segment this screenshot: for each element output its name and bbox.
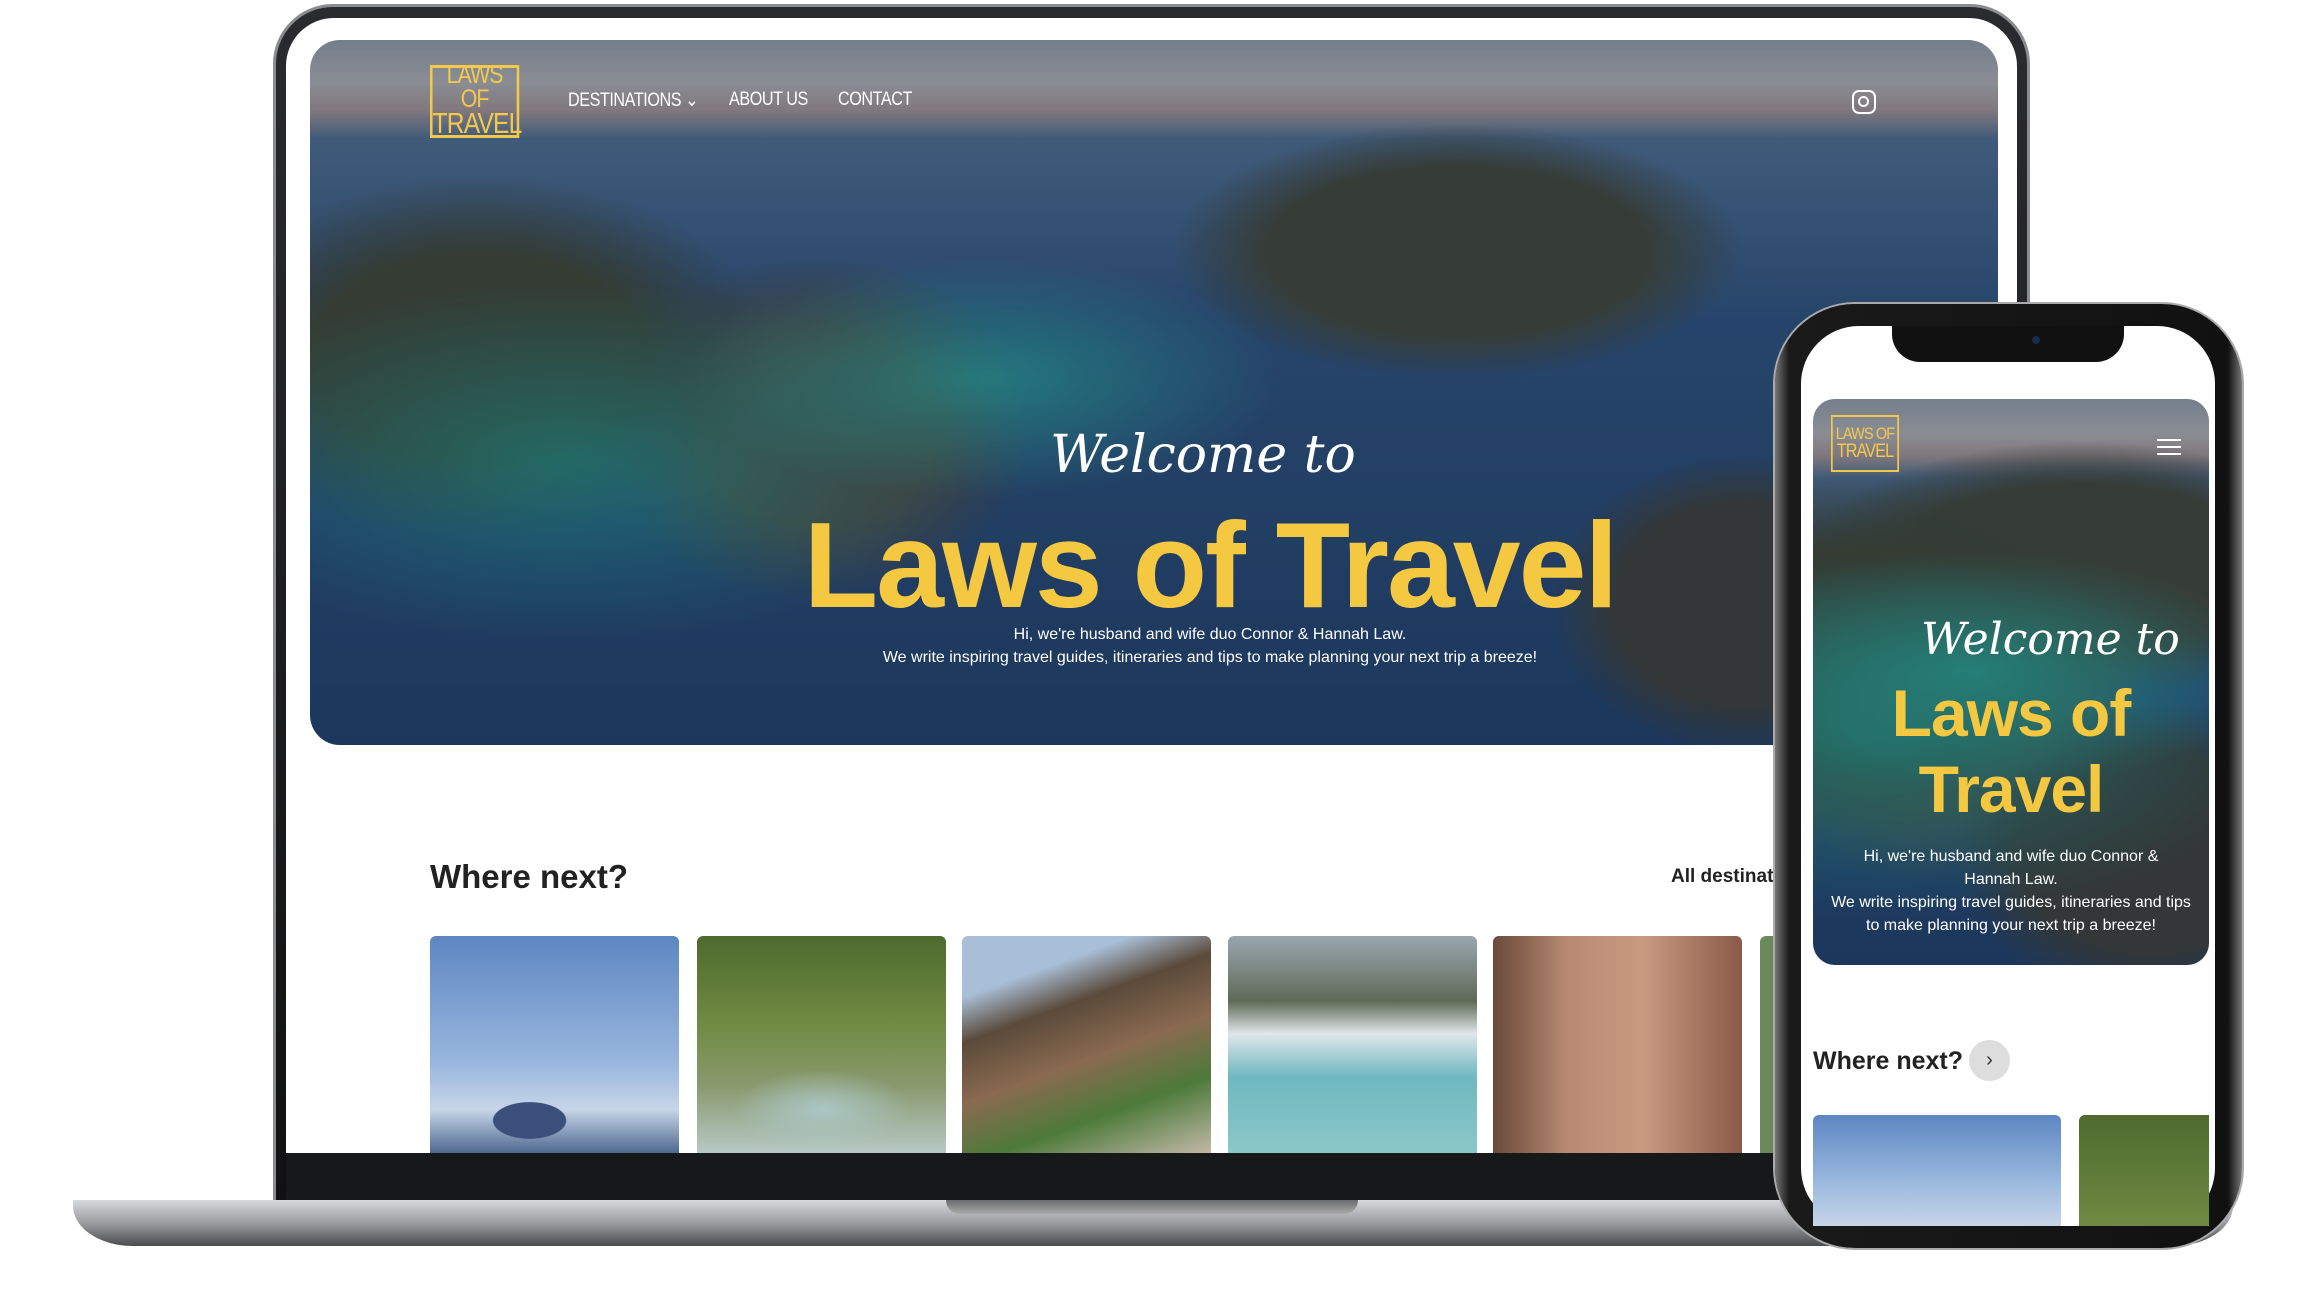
hero-script: Welcome to <box>1050 425 1356 485</box>
mobile-logo[interactable]: LAWS OF TRAVEL <box>1831 415 1899 472</box>
hero-subtitle-2: We write inspiring travel guides, itiner… <box>882 649 1538 666</box>
section-title: Where next? <box>430 858 629 895</box>
chevron-down-icon: ⌄ <box>685 90 699 111</box>
mobile-hero: LAWS OF TRAVEL Welcome to Laws of Travel… <box>1813 399 2209 965</box>
all-destinations-link[interactable]: All destinati <box>1671 866 1779 888</box>
nav-about-us[interactable]: ABOUT US <box>729 89 808 111</box>
nav-label: DESTINATIONS <box>568 90 682 111</box>
mobile-hero-title-1: Laws of <box>1891 676 2132 750</box>
destination-card-lake[interactable] <box>1228 936 1477 1153</box>
destination-card-fuji[interactable] <box>430 936 679 1153</box>
nav-destinations[interactable]: DESTINATIONS ⌄ <box>568 89 699 112</box>
hamburger-icon[interactable] <box>2157 439 2181 455</box>
destination-card-waterfall[interactable] <box>697 936 946 1153</box>
mobile-section-title: Where next? <box>1813 1047 1964 1075</box>
mobile-hero-script: Welcome to <box>1921 614 2180 665</box>
hero-title: Laws of Travel <box>803 497 1619 633</box>
logo-line2: TRAVEL <box>432 108 523 141</box>
mobile-hero-para-2: We write inspiring travel guides, itiner… <box>1831 894 2191 934</box>
laptop-base-notch <box>946 1200 1358 1214</box>
nav-contact[interactable]: CONTACT <box>838 89 912 111</box>
logo-line1: LAWS OF <box>446 60 504 113</box>
mobile-next-button[interactable]: › <box>1969 1040 2010 1081</box>
mobile-hero-title-2: Travel <box>1918 752 2105 826</box>
mobile-hero-para-1: Hi, we're husband and wife duo Connor & … <box>1863 848 2159 888</box>
desktop-hero: LAWS OF TRAVEL DESTINATIONS ⌄ ABOUT US C… <box>310 40 1998 745</box>
mobile-card-2[interactable] <box>2079 1115 2209 1226</box>
destination-card-temple[interactable] <box>962 936 1211 1153</box>
phone-notch <box>1892 326 2124 362</box>
desktop-logo[interactable]: LAWS OF TRAVEL <box>430 60 523 141</box>
instagram-icon[interactable] <box>1852 90 1876 114</box>
hero-subtitle-1: Hi, we're husband and wife duo Connor & … <box>1013 626 1407 643</box>
laptop-chin <box>286 1153 2017 1201</box>
mobile-card-1[interactable] <box>1813 1115 2061 1226</box>
destination-card-petra[interactable] <box>1493 936 1742 1153</box>
logo-line2: TRAVEL <box>1836 440 1894 462</box>
chevron-right-icon: › <box>1986 1049 1993 1071</box>
